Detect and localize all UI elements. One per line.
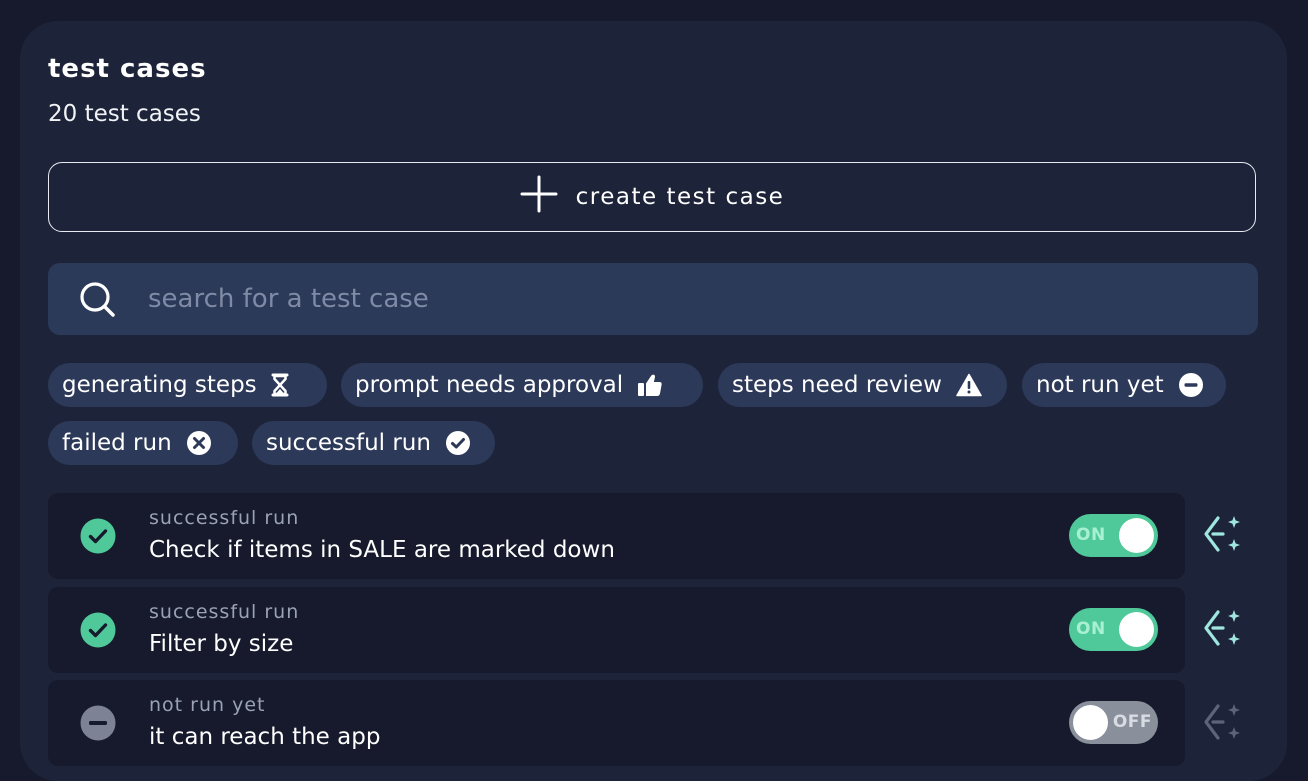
filter-chip-generating-steps[interactable]: generating steps — [48, 363, 327, 407]
toggle-knob — [1073, 705, 1108, 740]
test-case-toggle[interactable]: OFF — [1069, 701, 1158, 744]
test-case-count: 20 test cases — [48, 101, 201, 127]
toggle-knob — [1119, 518, 1154, 553]
plus-icon — [520, 175, 558, 219]
toggle-label: ON — [1076, 525, 1106, 545]
filter-chip-label: prompt needs approval — [355, 372, 624, 398]
toggle-label: OFF — [1112, 712, 1152, 732]
test-case-toggle[interactable]: ON — [1069, 514, 1158, 557]
filter-chip-label: not run yet — [1036, 372, 1164, 398]
test-case-name: it can reach the app — [149, 724, 381, 750]
check-circle-icon — [445, 430, 471, 456]
test-case-status: not run yet — [149, 694, 266, 716]
filter-chip-label: successful run — [266, 430, 431, 456]
filter-chip-successful-run[interactable]: successful run — [252, 421, 495, 465]
ai-generate-icon[interactable] — [1201, 608, 1245, 652]
filter-chip-failed-run[interactable]: failed run — [48, 421, 238, 465]
test-case-row[interactable]: successful run Filter by size ON — [48, 587, 1185, 673]
filter-chip-steps-need-review[interactable]: steps need review — [718, 363, 1007, 407]
filter-chip-label: failed run — [62, 430, 172, 456]
page-title: test cases — [48, 54, 207, 84]
test-case-name: Check if items in SALE are marked down — [149, 537, 615, 563]
search-bar — [48, 263, 1258, 335]
test-case-status: successful run — [149, 601, 300, 623]
toggle-label: ON — [1076, 619, 1106, 639]
filter-chip-not-run-yet[interactable]: not run yet — [1022, 363, 1226, 407]
search-input[interactable] — [146, 283, 1258, 315]
ai-generate-icon[interactable] — [1201, 702, 1245, 746]
create-test-case-button[interactable]: create test case — [48, 162, 1256, 232]
check-circle-icon — [80, 612, 116, 648]
test-case-status: successful run — [149, 507, 300, 529]
filter-chip-label: generating steps — [62, 372, 257, 398]
test-case-row[interactable]: successful run Check if items in SALE ar… — [48, 493, 1185, 579]
test-case-toggle[interactable]: ON — [1069, 608, 1158, 651]
toggle-knob — [1119, 612, 1154, 647]
ai-generate-icon[interactable] — [1201, 514, 1245, 558]
x-circle-icon — [186, 430, 212, 456]
warning-icon — [956, 373, 982, 397]
hourglass-icon — [271, 373, 289, 397]
thumbs-up-icon — [637, 373, 663, 397]
minus-circle-icon — [1178, 372, 1204, 398]
filter-chip-label: steps need review — [732, 372, 942, 398]
create-test-case-label: create test case — [575, 184, 785, 210]
filter-chip-prompt-needs-approval[interactable]: prompt needs approval — [341, 363, 703, 407]
check-circle-icon — [80, 518, 116, 554]
test-case-name: Filter by size — [149, 631, 294, 657]
test-case-row[interactable]: not run yet it can reach the app OFF — [48, 680, 1185, 766]
minus-circle-icon — [80, 705, 116, 741]
search-icon — [78, 280, 116, 318]
